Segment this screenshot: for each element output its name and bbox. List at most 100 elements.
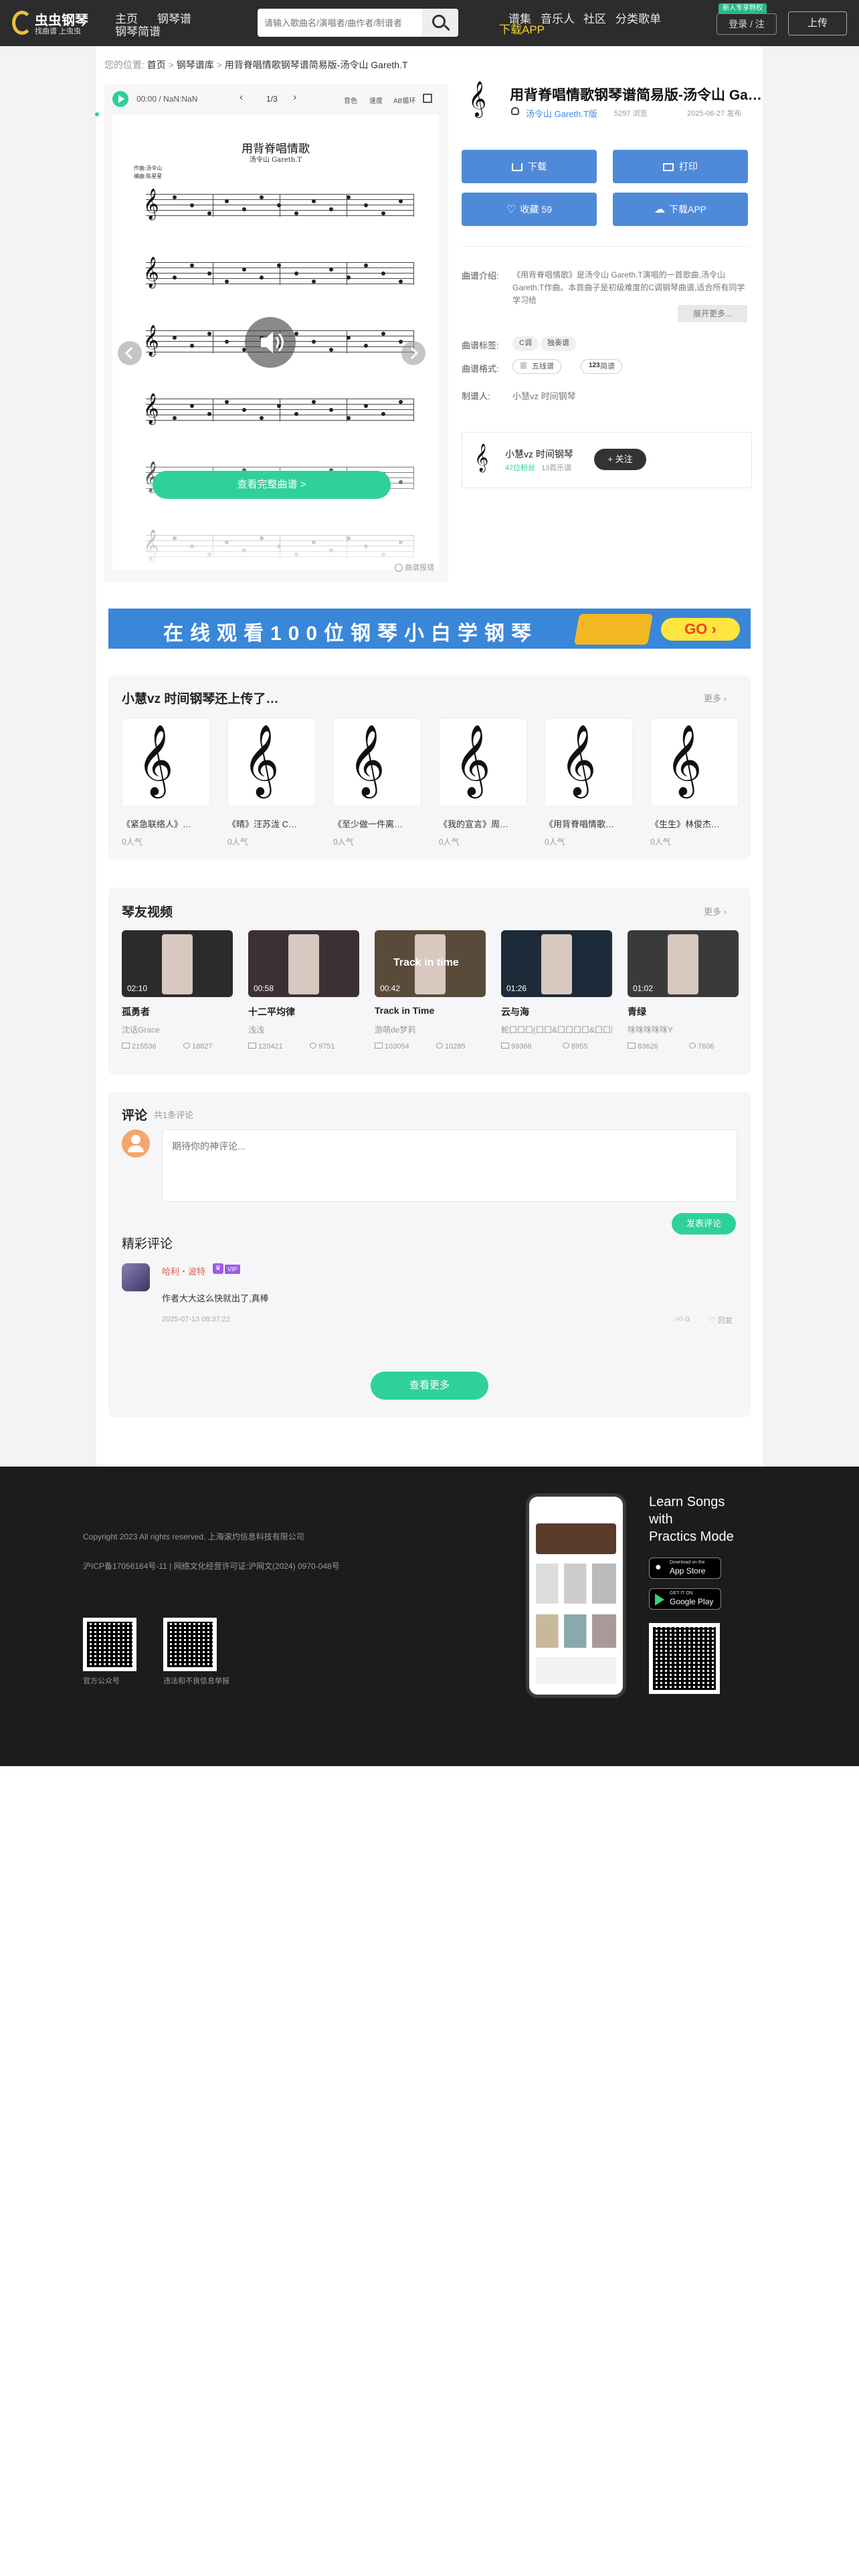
- footer-icp[interactable]: 沪ICP备17056164号-11 | 网络文化经营许可证:沪网文(2024) …: [83, 1560, 340, 1572]
- video-author[interactable]: 咪咪咪咪咪Y: [628, 1024, 739, 1035]
- chevron-left-icon: [124, 346, 133, 360]
- nav-link-playlists[interactable]: 分类歌单: [615, 9, 661, 26]
- video-title[interactable]: 云与海: [501, 1005, 529, 1018]
- next-page-button[interactable]: ›: [293, 92, 296, 104]
- format-label: 曲谱格式:: [462, 364, 499, 374]
- video-thumbnail[interactable]: 00:58: [248, 930, 359, 997]
- sheet-prev-arrow[interactable]: [118, 341, 142, 365]
- note-head: [260, 195, 264, 199]
- arranger-name[interactable]: 小慧vz 时间钢琴: [512, 389, 576, 402]
- note-head: [173, 416, 177, 420]
- video-thumbnail[interactable]: 01:26: [501, 930, 612, 997]
- tool-ab-loop[interactable]: AB循环: [393, 95, 415, 105]
- score-thumbnail[interactable]: 𝄞: [545, 718, 633, 807]
- score-thumbnail[interactable]: 𝄞: [333, 718, 421, 807]
- score-thumbnail[interactable]: 𝄞: [122, 718, 210, 807]
- video-overlay-text: Track in time: [393, 957, 459, 968]
- app-store-small: Download on the: [670, 1560, 705, 1565]
- breadcrumb-home[interactable]: 首页: [147, 60, 166, 70]
- download-app-button[interactable]: ☁ 下载APP: [613, 193, 748, 226]
- breadcrumb-category[interactable]: 钢琴谱库: [177, 60, 214, 70]
- note-head: [277, 404, 281, 408]
- note-head: [381, 412, 385, 416]
- uploads-more-link[interactable]: 更多 ›: [704, 691, 727, 704]
- favorite-button[interactable]: ♡ 收藏 59: [462, 193, 597, 226]
- app-store-button[interactable]: ● Download on the App Store: [649, 1558, 721, 1579]
- banner-go-button[interactable]: GO ›: [661, 618, 740, 641]
- search-input[interactable]: [264, 9, 417, 37]
- report-error-link[interactable]: 曲谱报错: [395, 562, 434, 572]
- videos-more-link[interactable]: 更多 ›: [704, 905, 727, 918]
- login-button[interactable]: 登录 / 注: [717, 13, 777, 35]
- promo-banner[interactable]: 在线观看100位钢琴小白学钢琴 GO ›: [108, 609, 751, 649]
- expand-more-button[interactable]: 展开更多...: [678, 305, 747, 322]
- reply-button[interactable]: ♡ 回复: [709, 1315, 733, 1325]
- print-label: 打印: [679, 161, 698, 172]
- tag-key-c[interactable]: C调: [512, 336, 539, 351]
- search-button[interactable]: [422, 9, 458, 37]
- score-card-title[interactable]: 《至少做一件离…: [333, 817, 421, 830]
- video-duration: 02:10: [127, 984, 148, 993]
- nav-link-musicians[interactable]: 音乐人: [541, 9, 575, 26]
- view-more-comments-button[interactable]: 查看更多: [371, 1372, 488, 1400]
- download-button[interactable]: 下载: [462, 150, 597, 183]
- video-author[interactable]: 浅浅: [248, 1024, 359, 1035]
- score-card-title[interactable]: 《紧急联络人》…: [122, 817, 210, 830]
- nav-link-piano-sheet[interactable]: 钢琴谱: [157, 9, 191, 26]
- video-author[interactable]: 鮀囗囗囗(囗囗&囗囗囗囗&囗囗囗): [501, 1024, 612, 1035]
- comment-icon: [563, 1043, 569, 1049]
- score-card-title[interactable]: 《我的宣言》周…: [439, 817, 527, 830]
- video-duration: 00:42: [380, 984, 401, 993]
- note-head: [173, 195, 177, 199]
- note-head: [277, 263, 281, 267]
- nav-download-app[interactable]: 下载APP: [499, 20, 545, 37]
- banner-illustration: [573, 614, 654, 645]
- uploader-more-section: 小慧vz 时间钢琴还上传了… 更多 › 𝄞 《紧急联络人》… 0人气 𝄞 《晴》汪苏泷 …: [108, 675, 751, 859]
- video-author[interactable]: 游萌de梦莉: [375, 1024, 486, 1035]
- sheet-next-arrow[interactable]: [401, 341, 425, 365]
- brand-logo[interactable]: 虫虫钢琴 找曲谱 上虫虫: [12, 8, 99, 39]
- nav-link-community[interactable]: 社区: [583, 9, 606, 26]
- submit-comment-button[interactable]: 发表评论: [672, 1213, 736, 1235]
- comment-input[interactable]: [162, 1130, 737, 1202]
- upload-button[interactable]: 上传: [788, 11, 847, 35]
- score-author-link[interactable]: 汤令山 Gareth.T版: [526, 107, 597, 120]
- nav-link-numbered-sheet[interactable]: 钢琴简谱: [115, 22, 161, 39]
- view-full-sheet-button[interactable]: 查看完整曲谱 >: [153, 471, 391, 499]
- search-box: [258, 9, 458, 37]
- note-head: [294, 211, 298, 215]
- video-title[interactable]: 孤勇者: [122, 1005, 150, 1018]
- speaker-icon[interactable]: [245, 317, 296, 368]
- video-author[interactable]: 沈话Grace: [122, 1024, 233, 1035]
- fullscreen-icon[interactable]: [423, 94, 432, 103]
- commenter-name[interactable]: 哈利・波特: [162, 1265, 205, 1277]
- format-staff[interactable]: 五线谱: [512, 359, 561, 374]
- commenter-avatar[interactable]: [122, 1263, 150, 1291]
- score-thumbnail[interactable]: 𝄞: [227, 718, 316, 807]
- video-person-image: [668, 934, 698, 994]
- score-thumbnail[interactable]: 𝄞: [650, 718, 739, 807]
- video-title[interactable]: 青绿: [628, 1005, 646, 1018]
- score-card-title[interactable]: 《用背脊唱情歌…: [545, 817, 633, 830]
- intro-label: 曲谱介绍:: [462, 271, 499, 281]
- tool-timbre[interactable]: 音色: [344, 95, 357, 105]
- video-thumbnail[interactable]: Track in time 00:42: [375, 930, 486, 997]
- prev-page-button[interactable]: ‹: [240, 92, 243, 104]
- format-numbered[interactable]: 简谱: [581, 359, 622, 374]
- video-title[interactable]: 十二平均律: [248, 1005, 295, 1018]
- tag-solo[interactable]: 独奏谱: [541, 336, 576, 351]
- print-button[interactable]: 打印: [613, 150, 748, 183]
- play-button[interactable]: [112, 91, 128, 107]
- google-play-button[interactable]: GET IT ON Google Play: [649, 1588, 721, 1610]
- score-thumbnail[interactable]: 𝄞: [439, 718, 527, 807]
- uploader-name[interactable]: 小慧vz 时间钢琴: [505, 447, 573, 461]
- score-card-title[interactable]: 《晴》汪苏泷 C…: [227, 817, 316, 830]
- video-thumbnail[interactable]: 02:10: [122, 930, 233, 997]
- tool-speed[interactable]: 速度: [369, 95, 383, 105]
- score-card-title[interactable]: 《生生》林俊杰…: [650, 817, 739, 830]
- like-button[interactable]: 👍︎ 0: [676, 1315, 690, 1323]
- note-head: [207, 211, 211, 215]
- follow-button[interactable]: + 关注: [594, 449, 646, 470]
- video-thumbnail[interactable]: 01:02: [628, 930, 739, 997]
- video-title[interactable]: Track in Time: [375, 1005, 434, 1016]
